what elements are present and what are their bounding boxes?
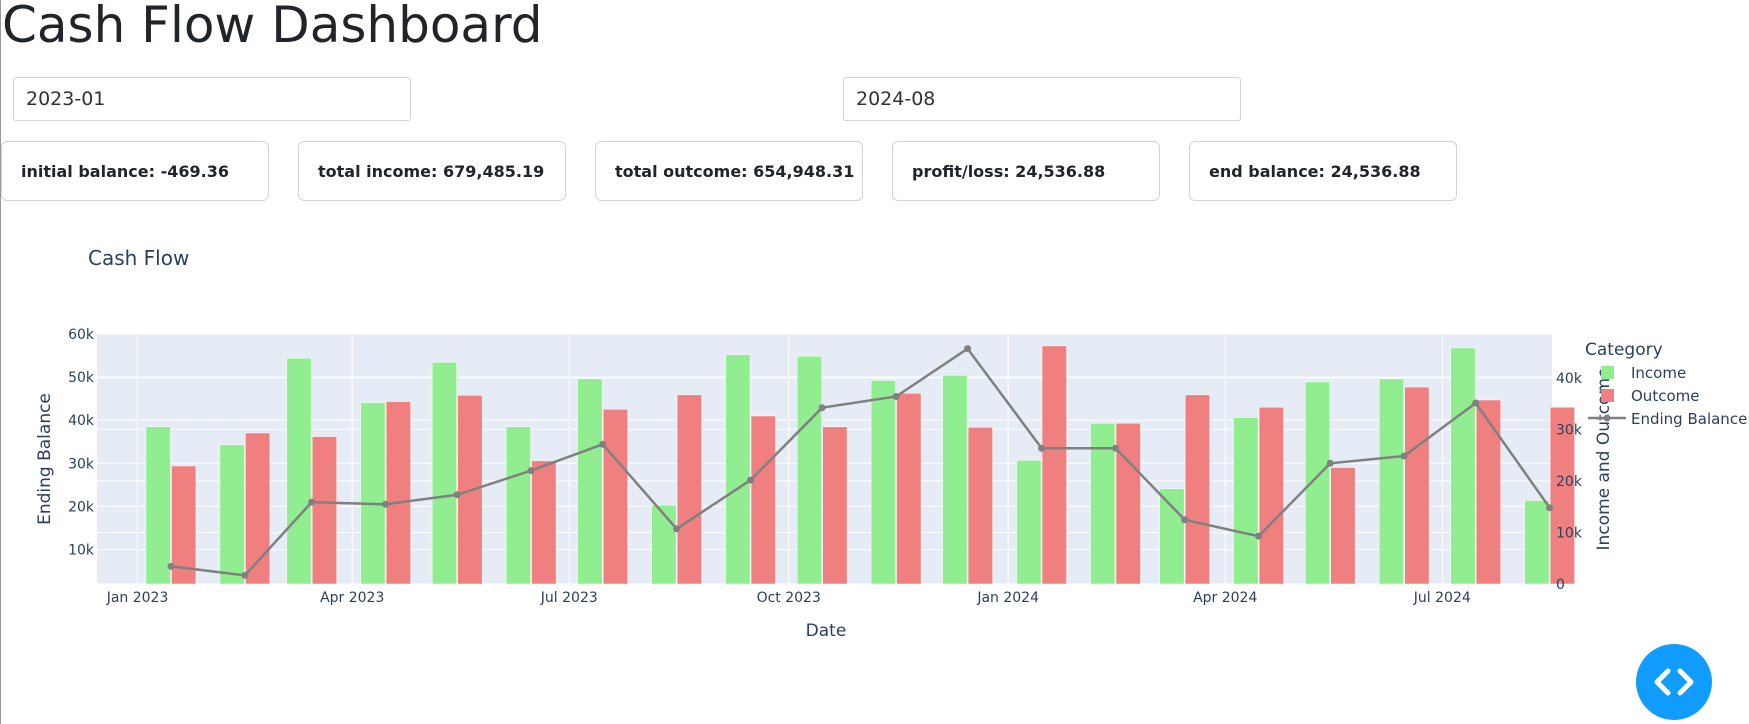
outcome-bar[interactable] <box>1184 394 1210 585</box>
x-tick-label: Jan 2024 <box>976 590 1039 606</box>
legend-outcome-label[interactable]: Outcome <box>1631 387 1699 405</box>
legend-balance-label[interactable]: Ending Balance <box>1631 410 1747 428</box>
ending-balance-point[interactable] <box>1112 444 1119 452</box>
total-income-card: total income: 679,485.19 <box>298 141 566 201</box>
end-balance-card: end balance: 24,536.88 <box>1189 141 1457 201</box>
outcome-bar[interactable] <box>1258 406 1284 585</box>
y-axis-left: 10k 20k 30k 40k 50k 60k <box>68 327 95 559</box>
income-bar[interactable] <box>145 426 171 585</box>
ending-balance-point[interactable] <box>1326 459 1334 467</box>
y-tick-label: 60k <box>68 327 95 343</box>
y-tick-label: 10k <box>68 543 95 559</box>
code-toggle-button[interactable] <box>1636 644 1712 720</box>
end-date-input[interactable] <box>843 77 1241 121</box>
income-bar[interactable] <box>286 357 312 585</box>
ending-balance-point[interactable] <box>892 393 900 400</box>
code-icon <box>1654 668 1694 696</box>
ending-balance-point[interactable] <box>1546 504 1554 512</box>
y2-tick-label: 10k <box>1556 525 1583 541</box>
outcome-bar[interactable] <box>750 415 776 585</box>
income-bar[interactable] <box>651 504 677 585</box>
x-axis-title: Date <box>806 621 847 641</box>
y-tick-label: 40k <box>68 413 95 429</box>
legend-title: Category <box>1585 340 1663 360</box>
income-bar[interactable] <box>1304 381 1330 585</box>
income-bar[interactable] <box>942 374 968 585</box>
legend-balance-marker <box>1603 414 1611 422</box>
ending-balance-point[interactable] <box>167 562 175 570</box>
y2-tick-label: 30k <box>1556 422 1583 438</box>
ending-balance-point[interactable] <box>1038 444 1046 452</box>
income-bar[interactable] <box>1378 378 1404 585</box>
income-bar[interactable] <box>1159 488 1185 585</box>
ending-balance-point[interactable] <box>1255 532 1263 540</box>
ending-balance-point[interactable] <box>453 491 461 499</box>
ending-balance-point[interactable] <box>382 500 390 508</box>
ending-balance-point[interactable] <box>673 525 681 533</box>
income-bar[interactable] <box>1233 417 1259 585</box>
initial-balance-card: initial balance: -469.36 <box>1 141 269 201</box>
income-bar[interactable] <box>505 426 531 585</box>
legend-income-swatch <box>1601 366 1614 379</box>
outcome-bar[interactable] <box>1115 422 1141 585</box>
x-tick-label: Apr 2023 <box>320 590 384 606</box>
x-tick-label: Jan 2023 <box>106 590 169 606</box>
page-title: Cash Flow Dashboard <box>2 0 543 54</box>
outcome-bar[interactable] <box>1330 467 1356 585</box>
profit-loss-card: profit/loss: 24,536.88 <box>892 141 1160 201</box>
income-bar[interactable] <box>219 444 245 585</box>
start-date-input[interactable] <box>13 77 411 121</box>
y2-tick-label: 20k <box>1556 474 1583 490</box>
income-bar[interactable] <box>577 378 603 585</box>
income-bar[interactable] <box>1524 500 1550 585</box>
chart-title: Cash Flow <box>88 246 189 270</box>
ending-balance-point[interactable] <box>1472 399 1480 407</box>
outcome-bar[interactable] <box>602 409 628 585</box>
x-tick-label: Apr 2024 <box>1193 590 1257 606</box>
outcome-bar[interactable] <box>1475 399 1501 585</box>
outcome-bar[interactable] <box>531 460 557 585</box>
x-tick-label: Jul 2023 <box>540 590 598 606</box>
income-bar[interactable] <box>431 362 457 585</box>
legend-income-label[interactable]: Income <box>1631 364 1686 382</box>
income-bar[interactable] <box>725 354 751 585</box>
ending-balance-point[interactable] <box>818 404 826 412</box>
income-bar[interactable] <box>1016 460 1042 585</box>
y-axis-title: Ending Balance <box>35 393 55 525</box>
ending-balance-point[interactable] <box>1181 516 1189 524</box>
outcome-bar[interactable] <box>822 426 848 585</box>
ending-balance-point[interactable] <box>241 571 249 579</box>
y2-tick-label: 40k <box>1556 371 1583 387</box>
ending-balance-point[interactable] <box>308 498 316 506</box>
x-tick-label: Oct 2023 <box>757 590 821 606</box>
y2-tick-label: 0 <box>1556 577 1565 593</box>
outcome-bar[interactable] <box>1404 386 1430 585</box>
ending-balance-point[interactable] <box>599 440 607 448</box>
outcome-bar[interactable] <box>676 394 702 585</box>
cash-flow-chart[interactable]: Cash Flow 10k 20k 30k 40k 50k 60k 0 10k 20k 30k 4… <box>0 230 1749 650</box>
outcome-bar[interactable] <box>967 427 993 585</box>
y-tick-label: 50k <box>68 370 95 386</box>
ending-balance-point[interactable] <box>1400 452 1408 460</box>
outcome-bar[interactable] <box>1041 345 1067 585</box>
income-bar[interactable] <box>1450 347 1476 585</box>
legend-outcome-swatch <box>1601 389 1614 402</box>
y-tick-label: 30k <box>68 456 95 472</box>
ending-balance-point[interactable] <box>964 345 972 353</box>
income-bar[interactable] <box>360 402 386 585</box>
outcome-bar[interactable] <box>385 401 411 585</box>
y-tick-label: 20k <box>68 499 95 515</box>
x-tick-label: Jul 2024 <box>1413 590 1471 606</box>
x-axis: Jan 2023 Apr 2023 Jul 2023 Oct 2023 Jan 2024… <box>106 590 1471 606</box>
ending-balance-point[interactable] <box>747 476 755 484</box>
ending-balance-point[interactable] <box>527 467 535 475</box>
outcome-bar[interactable] <box>896 393 922 585</box>
total-outcome-card: total outcome: 654,948.31 <box>595 141 863 201</box>
income-bar[interactable] <box>796 355 822 585</box>
outcome-bar[interactable] <box>311 436 337 585</box>
income-bar[interactable] <box>870 380 896 585</box>
